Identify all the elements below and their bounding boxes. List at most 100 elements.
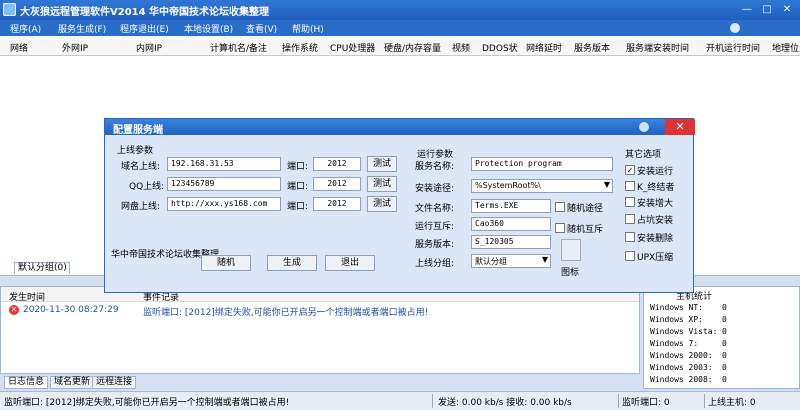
- service-name-label: 服务名称:: [415, 162, 455, 172]
- domain-label: 域名上线:: [121, 162, 161, 172]
- os-stat-row: Windows NT: 0: [650, 303, 727, 312]
- option-checkbox[interactable]: ✓: [625, 165, 635, 175]
- column-header[interactable]: 网络: [10, 41, 28, 54]
- chevron-down-icon: ▼: [603, 180, 610, 189]
- test-qq-button[interactable]: 测试: [367, 176, 397, 192]
- netdisk-label: 网盘上线:: [121, 202, 161, 212]
- status-traffic: 发送: 0.00 kb/s 接收: 0.00 kb/s: [438, 398, 572, 408]
- test-domain-button[interactable]: 测试: [367, 156, 397, 172]
- random-path-label: 随机途径: [567, 204, 604, 214]
- other-options-title: 其它选项: [625, 150, 662, 160]
- netdisk-input[interactable]: http://xxx.ys168.com: [167, 197, 281, 211]
- column-header[interactable]: DDOS状: [482, 41, 518, 54]
- column-header[interactable]: 内网IP: [136, 41, 162, 54]
- menu-build-service[interactable]: 服务生成(F): [58, 22, 106, 35]
- os-name: Windows XP:: [650, 315, 703, 324]
- port-input[interactable]: 2012: [313, 157, 361, 171]
- service-icon-preview[interactable]: [561, 239, 581, 261]
- column-header[interactable]: 地理位置: [772, 41, 800, 54]
- chevron-down-icon: ▼: [541, 255, 548, 264]
- domain-input[interactable]: 192.168.31.53: [167, 157, 281, 171]
- test-netdisk-button[interactable]: 测试: [367, 196, 397, 212]
- os-count: 0: [722, 339, 727, 348]
- dialog-title: 配置服务端: [113, 125, 163, 136]
- option-label: K_终结者: [637, 183, 675, 193]
- exit-button[interactable]: 退出: [325, 255, 375, 271]
- status-port: 监听端口: 0: [622, 398, 670, 408]
- column-header[interactable]: 外网IP: [62, 41, 88, 54]
- option-checkbox[interactable]: [625, 251, 635, 261]
- status-bar: 监听端口: [2012]绑定失败,可能你已开启另一个控制端或者端口被占用! 发送…: [0, 391, 800, 410]
- os-name: Windows NT:: [650, 303, 703, 312]
- group-label: 上线分组:: [415, 259, 455, 269]
- mutex-input[interactable]: Cao360: [471, 217, 551, 231]
- file-name-label: 文件名称:: [415, 204, 455, 214]
- status-divider: [432, 394, 433, 408]
- host-list-header: 网络 外网IP 内网IP 计算机名/备注 操作系统 CPU处理器 硬盘/内存容量…: [0, 36, 800, 56]
- install-path-select[interactable]: %SystemRoot%\ ▼: [471, 179, 613, 193]
- install-path-label: 安装途径:: [415, 184, 455, 194]
- column-header[interactable]: 网络延时: [526, 41, 562, 54]
- dialog-title-bar[interactable]: 配置服务端 ✕: [105, 119, 695, 136]
- column-header[interactable]: 计算机名/备注: [210, 41, 267, 54]
- tab-log-info[interactable]: 日志信息: [4, 376, 49, 389]
- option-label: 占坑安装: [637, 216, 674, 226]
- tab-remote-connect[interactable]: 远程连接: [92, 376, 137, 389]
- menu-program[interactable]: 程序(A): [10, 22, 41, 35]
- os-stat-row: Windows 2008: 0: [650, 375, 727, 384]
- option-checkbox[interactable]: [625, 232, 635, 242]
- status-divider: [618, 394, 619, 408]
- column-header[interactable]: 服务端安装时间: [626, 41, 689, 54]
- option-checkbox[interactable]: [625, 197, 635, 207]
- mutex-label: 运行互斥:: [415, 222, 455, 232]
- configure-service-dialog: 配置服务端 ✕ 上线参数 域名上线: 192.168.31.53 端口: 201…: [104, 118, 695, 293]
- shield-icon: [639, 122, 649, 132]
- random-mutex-checkbox[interactable]: [555, 223, 565, 233]
- port-input[interactable]: 2012: [313, 197, 361, 211]
- column-header[interactable]: 服务版本: [574, 41, 610, 54]
- os-name: Windows 2003:: [650, 363, 713, 372]
- os-count: 0: [722, 327, 727, 336]
- icon-label: 图标: [561, 268, 580, 278]
- os-count: 0: [722, 303, 727, 312]
- os-stat-row: Windows Vista: 0: [650, 327, 727, 336]
- menu-local-settings[interactable]: 本地设置(B): [184, 22, 233, 35]
- qq-input[interactable]: 123456789: [167, 177, 281, 191]
- option-checkbox[interactable]: [625, 181, 635, 191]
- random-path-checkbox[interactable]: [555, 202, 565, 212]
- tab-default-group[interactable]: 默认分组(0): [14, 262, 70, 274]
- shield-icon: [730, 23, 740, 33]
- os-count: 0: [722, 351, 727, 360]
- generate-button[interactable]: 生成: [267, 255, 317, 271]
- menu-exit[interactable]: 程序退出(E): [120, 22, 169, 35]
- port-input[interactable]: 2012: [313, 177, 361, 191]
- log-panel: 发生时间 事件记录 ✕ 2020-11-30 08:27:29 监听端口: [2…: [0, 286, 640, 374]
- port-label: 端口:: [287, 162, 309, 172]
- version-input[interactable]: S_120305: [471, 235, 551, 249]
- column-header[interactable]: CPU处理器: [330, 41, 375, 54]
- service-name-input[interactable]: Protection program: [471, 157, 613, 171]
- option-label: UPX压缩: [637, 253, 674, 263]
- log-column-time[interactable]: 发生时间: [9, 290, 45, 303]
- tab-domain-update[interactable]: 域名更新: [50, 376, 95, 389]
- option-label: 安装增大: [637, 199, 674, 209]
- column-header[interactable]: 视频: [452, 41, 470, 54]
- os-count: 0: [722, 363, 727, 372]
- random-button[interactable]: 随机: [201, 255, 251, 271]
- maximize-button[interactable]: □: [760, 3, 774, 17]
- status-hosts: 上线主机: 0: [708, 398, 756, 408]
- file-name-input[interactable]: Terms.EXE: [471, 199, 551, 213]
- menu-view[interactable]: 查看(V): [246, 22, 277, 35]
- log-row[interactable]: ✕ 2020-11-30 08:27:29 监听端口: [2012]绑定失败,可…: [1, 304, 639, 318]
- column-header[interactable]: 操作系统: [282, 41, 318, 54]
- group-select[interactable]: 默认分组 ▼: [471, 254, 551, 268]
- column-header[interactable]: 硬盘/内存容量: [384, 41, 441, 54]
- dialog-close-button[interactable]: ✕: [665, 119, 695, 135]
- minimize-button[interactable]: —: [740, 3, 754, 17]
- port-label: 端口:: [287, 202, 309, 212]
- menu-help[interactable]: 帮助(H): [292, 22, 324, 35]
- online-params-title: 上线参数: [117, 146, 154, 156]
- column-header[interactable]: 开机运行时间: [706, 41, 760, 54]
- close-button[interactable]: ✕: [780, 3, 794, 17]
- option-checkbox[interactable]: [625, 214, 635, 224]
